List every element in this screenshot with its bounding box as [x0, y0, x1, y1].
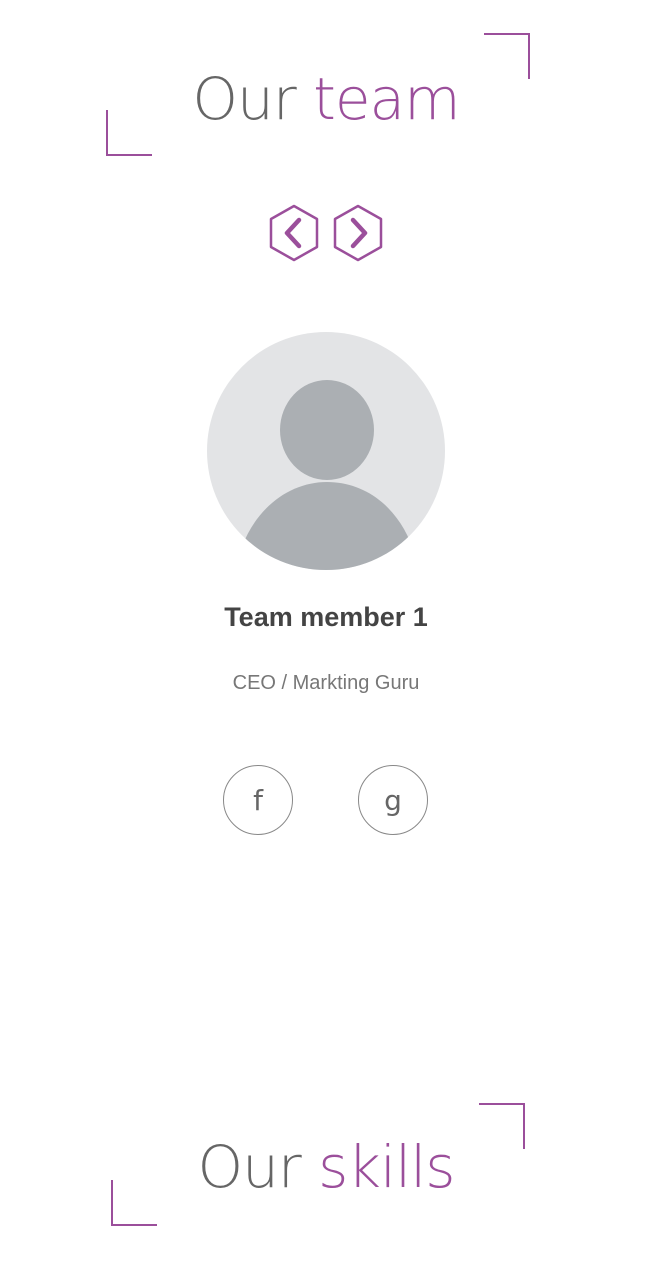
facebook-button[interactable]: f — [223, 765, 293, 835]
team-member-role: CEO / Markting Guru — [232, 672, 420, 694]
google-icon: g — [384, 783, 402, 817]
team-member-avatar — [207, 332, 445, 570]
skills-title-word-skills: skills — [318, 1133, 455, 1201]
user-placeholder-icon — [235, 380, 419, 570]
chevron-right-hexagon-icon — [333, 204, 383, 262]
facebook-icon: f — [253, 783, 263, 817]
team-title-word-team: team — [313, 65, 460, 133]
team-member-name: Team member 1 — [224, 602, 428, 632]
google-button[interactable]: g — [358, 765, 428, 835]
carousel-next-button[interactable] — [332, 204, 384, 262]
chevron-left-hexagon-icon — [269, 204, 319, 262]
skills-section-title: Our skills — [0, 1138, 652, 1196]
team-title-word-our: Our — [192, 65, 296, 133]
team-section-title: Our team — [0, 70, 652, 128]
carousel-prev-button[interactable] — [268, 204, 320, 262]
skills-title-word-our: Our — [197, 1133, 301, 1201]
